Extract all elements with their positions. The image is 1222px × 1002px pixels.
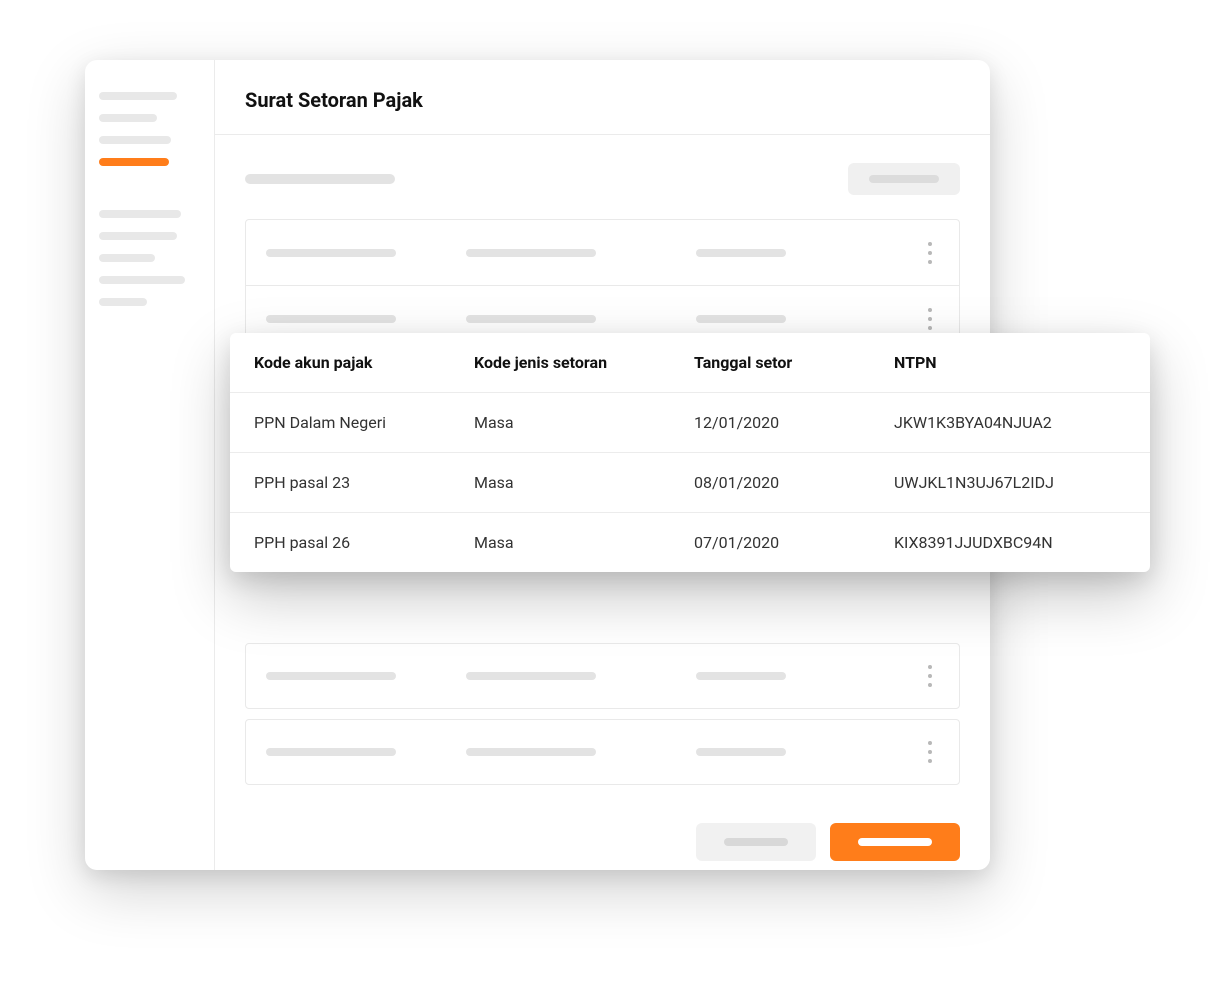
secondary-button[interactable]: [696, 823, 816, 861]
kebab-menu-icon[interactable]: [921, 665, 939, 687]
col-header-kode-jenis-setoran: Kode jenis setoran: [474, 353, 694, 372]
kebab-menu-icon[interactable]: [921, 741, 939, 763]
cell-placeholder: [696, 249, 786, 257]
cell-placeholder: [266, 672, 396, 680]
primary-button[interactable]: [830, 823, 960, 861]
cell-placeholder: [466, 672, 596, 680]
header: Surat Setoran Pajak: [215, 60, 990, 135]
cell-placeholder: [266, 748, 396, 756]
cell-placeholder: [466, 315, 596, 323]
cell-tanggal-setor: 07/01/2020: [694, 533, 894, 552]
cell-ntpn: JKW1K3BYA04NJUA2: [894, 413, 1126, 432]
actions: [215, 795, 990, 870]
sidebar-item[interactable]: [99, 298, 147, 306]
overlay-table: Kode akun pajak Kode jenis setoran Tangg…: [230, 333, 1150, 572]
overlay-header-row: Kode akun pajak Kode jenis setoran Tangg…: [230, 333, 1150, 393]
cell-ntpn: KIX8391JJUDXBC94N: [894, 533, 1126, 552]
toolbar-action-button[interactable]: [848, 163, 960, 195]
button-label-placeholder: [858, 838, 932, 846]
cell-kode-jenis-setoran: Masa: [474, 473, 694, 492]
cell-kode-akun-pajak: PPN Dalam Negeri: [254, 413, 474, 432]
list-item[interactable]: [245, 643, 960, 709]
cell-placeholder: [266, 249, 396, 257]
cell-kode-jenis-setoran: Masa: [474, 533, 694, 552]
sidebar-item[interactable]: [99, 210, 181, 218]
list-item[interactable]: [245, 719, 960, 785]
cell-placeholder: [696, 315, 786, 323]
sidebar-item[interactable]: [99, 92, 177, 100]
sidebar-item[interactable]: [99, 276, 185, 284]
cell-placeholder: [696, 748, 786, 756]
cell-kode-akun-pajak: PPH pasal 23: [254, 473, 474, 492]
toolbar: [215, 135, 990, 219]
kebab-menu-icon[interactable]: [921, 242, 939, 264]
col-header-kode-akun-pajak: Kode akun pajak: [254, 353, 474, 372]
overlay-row[interactable]: PPH pasal 26 Masa 07/01/2020 KIX8391JJUD…: [230, 513, 1150, 572]
overlay-row[interactable]: PPH pasal 23 Masa 08/01/2020 UWJKL1N3UJ6…: [230, 453, 1150, 513]
col-header-tanggal-setor: Tanggal setor: [694, 353, 894, 372]
button-label-placeholder: [724, 838, 788, 846]
list-item[interactable]: [246, 220, 959, 286]
cell-placeholder: [266, 315, 396, 323]
cell-placeholder: [466, 748, 596, 756]
sidebar-item[interactable]: [99, 254, 155, 262]
cell-kode-jenis-setoran: Masa: [474, 413, 694, 432]
cell-kode-akun-pajak: PPH pasal 26: [254, 533, 474, 552]
sidebar: [85, 60, 215, 870]
cell-placeholder: [466, 249, 596, 257]
cell-placeholder: [696, 672, 786, 680]
sidebar-item[interactable]: [99, 114, 157, 122]
kebab-menu-icon[interactable]: [921, 308, 939, 330]
sidebar-item[interactable]: [99, 136, 171, 144]
cell-ntpn: UWJKL1N3UJ67L2IDJ: [894, 473, 1126, 492]
overlay-row[interactable]: PPN Dalam Negeri Masa 12/01/2020 JKW1K3B…: [230, 393, 1150, 453]
toolbar-action-label-placeholder: [869, 175, 939, 183]
col-header-ntpn: NTPN: [894, 353, 1126, 372]
sidebar-item-active[interactable]: [99, 158, 169, 166]
cell-tanggal-setor: 12/01/2020: [694, 413, 894, 432]
page-title: Surat Setoran Pajak: [245, 88, 960, 112]
sidebar-item[interactable]: [99, 232, 177, 240]
cell-tanggal-setor: 08/01/2020: [694, 473, 894, 492]
toolbar-label-placeholder: [245, 174, 395, 184]
